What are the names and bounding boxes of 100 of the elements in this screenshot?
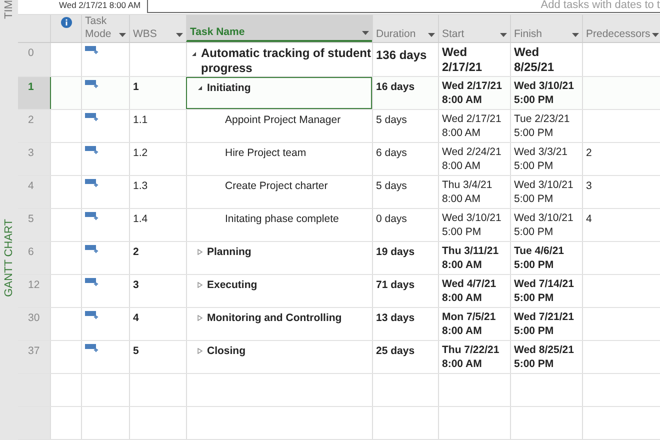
expand-triangle-icon[interactable]: [197, 348, 203, 354]
finish-cell: Wed 3/3/21 5:00 PM: [510, 143, 582, 175]
row-number: 30: [18, 308, 50, 340]
task-mode-icon: [85, 344, 99, 353]
task-row[interactable]: 30 4 Monitoring and Controlling 13 days Mon 7/5/21 8:00 AM Wed 7/21/21 5:00 PM: [18, 308, 660, 341]
column-header[interactable]: Duration: [372, 15, 438, 42]
task-mode-icon: [85, 278, 99, 287]
task-name-cell[interactable]: Initiating: [186, 77, 372, 109]
duration-cell: 13 days: [372, 308, 438, 340]
wbs-cell: 2: [129, 242, 186, 274]
column-header[interactable]: Task Mode: [81, 15, 129, 42]
dropdown-caret-icon[interactable]: [572, 33, 579, 37]
finish-cell: Wed 7/14/21 5:00 PM: [510, 275, 582, 307]
start-cell: Mon 7/5/21 8:00 AM: [438, 308, 510, 340]
task-row[interactable]: 2 1.1 Appoint Project Manager 5 days Wed 2/17/21 8:00 AM Tue 2/23/21 5:00 PM: [18, 110, 660, 143]
duration-cell: 5 days: [372, 110, 438, 142]
wbs-cell: 1.2: [129, 143, 186, 175]
duration-cell: 16 days: [372, 77, 438, 109]
task-name-cell[interactable]: Planning: [186, 242, 372, 274]
task-mode-icon: [85, 146, 99, 155]
task-mode-icon: [85, 113, 99, 122]
task-name-cell[interactable]: Executing: [186, 275, 372, 307]
task-mode-icon: [85, 80, 99, 89]
dropdown-caret-icon[interactable]: [652, 33, 660, 37]
expand-triangle-icon[interactable]: [197, 315, 203, 321]
collapse-triangle-icon[interactable]: [191, 51, 197, 57]
finish-cell: Wed 3/10/21 5:00 PM: [510, 176, 582, 208]
predecessors-cell: 4: [582, 209, 660, 241]
task-mode-icon: [85, 212, 99, 221]
task-mode-icon: [85, 46, 99, 55]
row-number: 1: [18, 77, 50, 109]
task-name-cell[interactable]: Closing: [186, 341, 372, 373]
row-number: 2: [18, 110, 50, 142]
row-number: 6: [18, 242, 50, 274]
finish-cell: Wed 8/25/21: [510, 43, 582, 76]
duration-cell: 25 days: [372, 341, 438, 373]
row-number: 12: [18, 275, 50, 307]
predecessors-cell: 2: [582, 143, 660, 175]
task-name-cell[interactable]: Monitoring and Controlling: [186, 308, 372, 340]
wbs-cell: 1.1: [129, 110, 186, 142]
task-row[interactable]: 4 1.3 Create Project charter 5 days Thu 3/4/21 8:00 AM Wed 3/10/21 5:00 PM 3: [18, 176, 660, 209]
info-icon: [60, 17, 72, 28]
expand-triangle-icon[interactable]: [197, 249, 203, 255]
view-tab[interactable]: TIM: [0, 0, 18, 19]
view-tab[interactable]: GANTT CHART: [0, 218, 18, 297]
finish-cell: Wed 8/25/21 5:00 PM: [510, 341, 582, 373]
start-cell: Wed 3/10/21 5:00 PM: [438, 209, 510, 241]
wbs-cell: 1.3: [129, 176, 186, 208]
start-cell: Wed 2/17/21: [438, 43, 510, 76]
timeline-start-date: Wed 2/17/21 8:00 AM: [58, 0, 142, 11]
duration-cell: 71 days: [372, 275, 438, 307]
duration-cell: 136 days: [372, 43, 438, 76]
row-number: 5: [18, 209, 50, 241]
task-row[interactable]: 6 2 Planning 19 days Thu 3/11/21 8:00 AM Tue 4/6/21 5:00 PM: [18, 242, 660, 275]
task-name-cell[interactable]: Hire Project team: [186, 143, 372, 175]
start-cell: Thu 3/11/21 8:00 AM: [438, 242, 510, 274]
finish-cell: Tue 2/23/21 5:00 PM: [510, 110, 582, 142]
task-mode-icon: [85, 311, 99, 320]
column-header[interactable]: Predecessors: [582, 15, 660, 42]
wbs-cell: 1.4: [129, 209, 186, 241]
predecessors-cell: 3: [582, 176, 660, 208]
task-row[interactable]: 5 1.4 Initating phase complete 0 days Wed 3/10/21 5:00 PM Wed 3/10/21 5:00 PM 4: [18, 209, 660, 242]
task-name-cell[interactable]: Initating phase complete: [186, 209, 372, 241]
start-cell: Wed 4/7/21 8:00 AM: [438, 275, 510, 307]
start-cell: Thu 7/22/21 8:00 AM: [438, 341, 510, 373]
expand-triangle-icon[interactable]: [197, 282, 203, 288]
collapse-triangle-icon[interactable]: [197, 85, 203, 91]
start-cell: Thu 3/4/21 8:00 AM: [438, 176, 510, 208]
start-cell: Wed 2/24/21 8:00 AM: [438, 143, 510, 175]
dropdown-caret-icon[interactable]: [362, 31, 369, 35]
dropdown-caret-icon[interactable]: [500, 33, 507, 37]
finish-cell: Tue 4/6/21 5:00 PM: [510, 242, 582, 274]
task-row[interactable]: 37 5 Closing 25 days Thu 7/22/21 8:00 AM Wed 8/25/21 5:00 PM: [18, 341, 660, 374]
dropdown-caret-icon[interactable]: [176, 33, 183, 37]
row-number: 4: [18, 176, 50, 208]
row-number: 37: [18, 341, 50, 373]
task-mode-icon: [85, 179, 99, 188]
column-header[interactable]: Finish: [510, 15, 582, 42]
task-name-cell[interactable]: Create Project charter: [186, 176, 372, 208]
timeline-placeholder: Add tasks with dates to t: [540, 0, 660, 11]
task-mode-icon: [85, 245, 99, 254]
task-row[interactable]: 12 3 Executing 71 days Wed 4/7/21 8:00 AM Wed 7/14/21 5:00 PM: [18, 275, 660, 308]
dropdown-caret-icon[interactable]: [428, 33, 435, 37]
dropdown-caret-icon[interactable]: [119, 33, 126, 37]
task-row[interactable]: 3 1.2 Hire Project team 6 days Wed 2/24/21 8:00 AM Wed 3/3/21 5:00 PM 2: [18, 143, 660, 176]
finish-cell: Wed 7/21/21 5:00 PM: [510, 308, 582, 340]
task-name-cell[interactable]: Appoint Project Manager: [186, 110, 372, 142]
wbs-cell: 3: [129, 275, 186, 307]
row-number: 0: [18, 43, 50, 76]
wbs-cell: 1: [129, 77, 186, 109]
duration-cell: 5 days: [372, 176, 438, 208]
start-cell: Wed 2/17/21 8:00 AM: [438, 110, 510, 142]
wbs-cell: 4: [129, 308, 186, 340]
column-header[interactable]: Start: [438, 15, 510, 42]
task-name-cell[interactable]: Automatic tracking of student progress: [186, 43, 372, 76]
row-number: 3: [18, 143, 50, 175]
wbs-cell: 5: [129, 341, 186, 373]
duration-cell: 0 days: [372, 209, 438, 241]
finish-cell: Wed 3/10/21 5:00 PM: [510, 209, 582, 241]
task-row[interactable]: 1 1 Initiating 16 days Wed 2/17/21 8:00 AM Wed 3/10/21 5:00 PM: [18, 77, 660, 110]
